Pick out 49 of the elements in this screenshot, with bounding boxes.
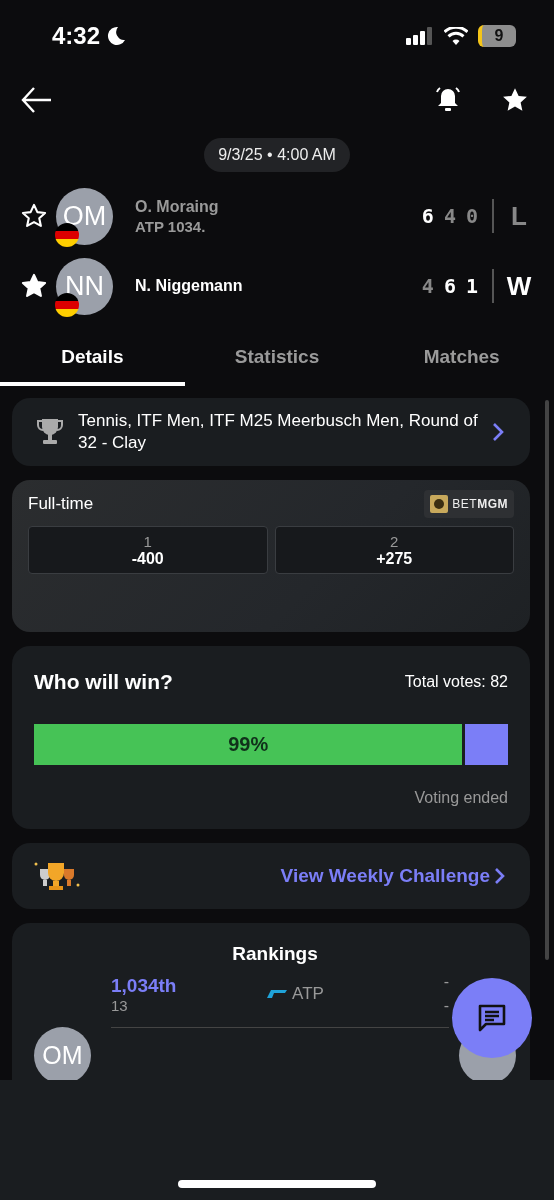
match-date: 9/3/25 • 4:00 AM xyxy=(204,138,350,172)
tournament-name: Tennis, ITF Men, ITF M25 Meerbusch Men, Round of 32 - Clay xyxy=(78,410,478,454)
star-icon[interactable] xyxy=(20,202,48,230)
set-score: 4 xyxy=(443,204,456,228)
status-time: 4:32 xyxy=(52,22,101,50)
player-avatar: NN xyxy=(56,257,113,315)
vote-fill: 99% xyxy=(34,724,466,765)
total-votes: Total votes: 82 xyxy=(404,673,508,691)
home-rank-points: 13 xyxy=(111,996,129,1014)
player-name[interactable]: O. Moraing xyxy=(135,197,422,216)
set-score: 1 xyxy=(465,274,478,298)
wifi-icon xyxy=(444,27,468,45)
chat-icon xyxy=(476,1002,508,1034)
match-result: L xyxy=(510,200,528,232)
player-avatar: OM xyxy=(56,187,113,245)
weekly-challenge-link[interactable]: View Weekly Challenge xyxy=(280,865,506,887)
match-result: W xyxy=(506,270,532,302)
trophies-icon xyxy=(34,861,80,891)
set-score: 6 xyxy=(443,274,456,298)
chevron-right-icon xyxy=(492,422,504,442)
set-score: 0 xyxy=(465,204,478,228)
rankings-title: Rankings xyxy=(231,943,319,965)
away-rank: - xyxy=(443,973,449,991)
ranking-type: ATP xyxy=(292,984,324,1004)
voting-status: Voting ended xyxy=(413,789,508,807)
battery-indicator: 9 xyxy=(478,25,516,47)
chevron-right-icon xyxy=(494,867,506,885)
odds-option[interactable]: 1 -400 xyxy=(28,526,268,574)
poll-title: Who will win? xyxy=(34,670,173,694)
trophy-icon xyxy=(36,417,64,447)
back-arrow-icon[interactable] xyxy=(20,86,52,114)
tab[interactable]: Details xyxy=(0,336,185,386)
home-rank: 1,034th xyxy=(111,974,178,997)
star-icon[interactable] xyxy=(20,272,48,300)
away-rank-points: - xyxy=(443,997,449,1015)
set-score: 4 xyxy=(421,274,434,298)
tab[interactable]: Matches xyxy=(369,336,554,386)
moon-icon xyxy=(106,26,127,46)
tournament-card[interactable]: Tennis, ITF Men, ITF M25 Meerbusch Men, Round of 32 - Clay xyxy=(12,398,530,466)
signal-icon xyxy=(406,27,434,45)
tour-logo-icon xyxy=(266,989,289,999)
player-ranking: ATP 1034. xyxy=(135,217,207,235)
tab[interactable]: Statistics xyxy=(184,336,370,386)
odds-option[interactable]: 2 +275 xyxy=(274,526,514,574)
player-avatar: OM xyxy=(34,1027,91,1080)
bookmaker-logo[interactable]: BETMGM xyxy=(424,490,514,518)
set-score: 6 xyxy=(421,204,434,228)
odds-title: Full-time xyxy=(28,494,94,514)
player-name[interactable]: N. Niggemann xyxy=(135,277,422,295)
